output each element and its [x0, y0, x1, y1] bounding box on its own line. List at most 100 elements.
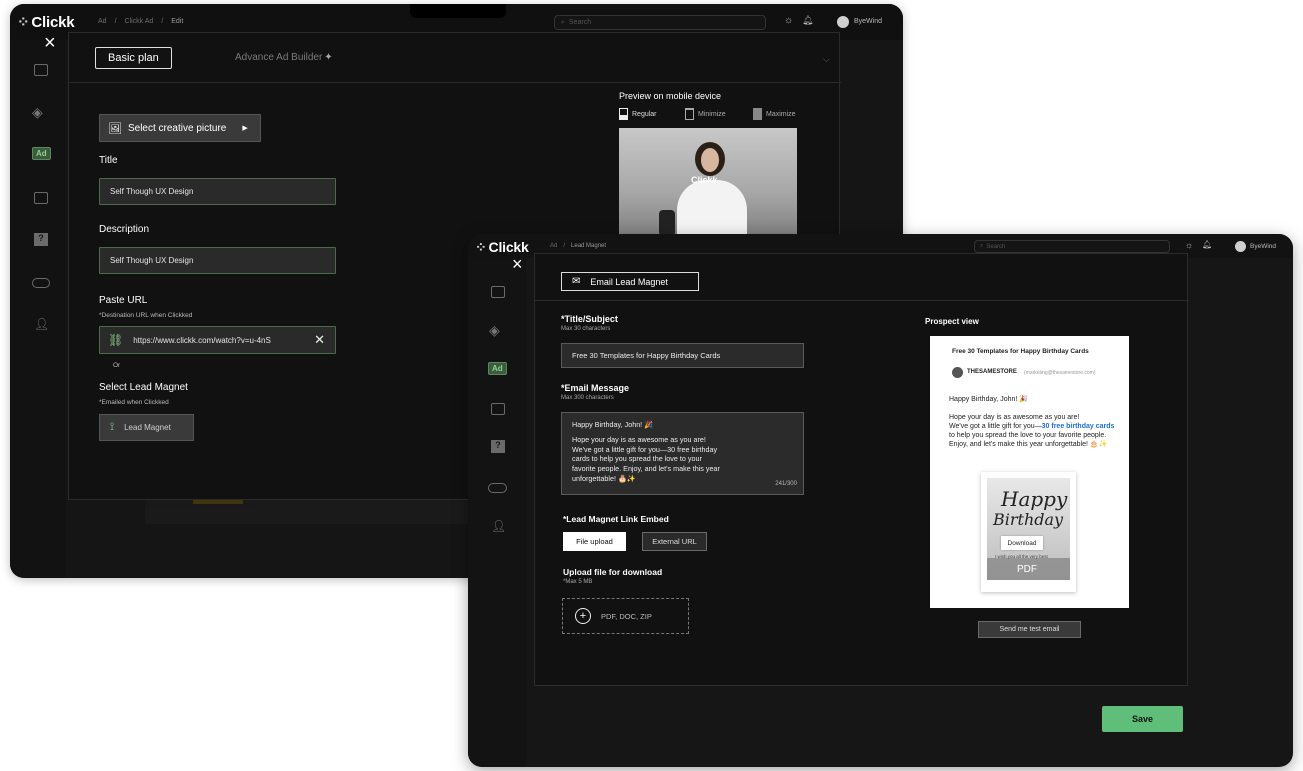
prospect-view-label: Prospect view [925, 317, 979, 326]
sun-icon[interactable]: ☼ [1185, 240, 1193, 250]
link-embed-label: *Lead Magnet Link Embed [563, 514, 669, 524]
regular-icon [619, 108, 628, 120]
or-label: Or [113, 362, 121, 369]
avatar-icon[interactable] [837, 16, 849, 28]
upload-label: Upload file for download [563, 567, 663, 577]
preview-option-maximize[interactable]: Maximize [753, 108, 796, 120]
prospect-body: Hope your day is as awesome as you are! … [949, 414, 1115, 448]
breadcrumb-separator: / [563, 243, 566, 249]
rail-layers-icon[interactable]: ◈ [489, 322, 500, 339]
url-clear-icon[interactable]: ✕ [314, 332, 325, 348]
file-drop-zone[interactable]: + PDF, DOC, ZIP [562, 598, 689, 634]
prospect-email-preview: Free 30 Templates for Happy Birthday Car… [930, 336, 1129, 608]
pdf-thumbnail: Happy Birthday I wish you all the very b… [987, 478, 1070, 580]
card-birthday-text: Birthday [993, 510, 1064, 529]
magnet-icon: ⟟ [110, 421, 115, 433]
logo-mark-icon: ⁘ [475, 239, 487, 255]
chevron-down-icon[interactable]: ⌵ [823, 54, 830, 65]
pdf-label: PDF [1017, 564, 1037, 575]
side-rail: ◈ Ad ? 👤︎ [468, 258, 526, 767]
rail-monitor-icon[interactable] [34, 64, 48, 76]
prospect-greeting: Happy Birthday, John! 🎉 [949, 396, 1029, 403]
front-screen: ⁘ Clickk Ad / Lead Magnet ⌕ Search ☼ 🔔︎ By… [468, 234, 1293, 767]
rail-help-icon[interactable]: ? [491, 440, 505, 453]
preview-options: Regular Minimize Maximize [619, 108, 796, 120]
user-name[interactable]: ByeWind [854, 18, 882, 25]
message-char-count: 241/300 [775, 481, 797, 488]
select-creative-button[interactable]: 🖼︎ Select creative picture ▶ [99, 114, 261, 142]
breadcrumb-item[interactable]: Clickk Ad [125, 18, 154, 25]
tab-basic-plan[interactable]: Basic plan [95, 47, 172, 69]
title-subject-label: *Title/Subject [561, 314, 618, 324]
rail-layers-icon[interactable]: ◈ [32, 104, 43, 121]
description-field[interactable]: Self Though UX Design [99, 247, 336, 274]
rail-gamepad-icon[interactable] [488, 483, 507, 493]
rail-users-icon[interactable]: 👤︎ [34, 317, 49, 331]
prospect-sender-email: (marketing@thesamestore.com) [1024, 370, 1096, 376]
save-button[interactable]: Save [1102, 706, 1183, 732]
title-field[interactable]: Self Though UX Design [99, 178, 336, 205]
external-url-option[interactable]: External URL [642, 532, 707, 551]
rail-ad-icon[interactable]: Ad [32, 147, 51, 160]
mobile-preview-video[interactable]: Clickk [619, 128, 797, 236]
minimize-icon [685, 108, 694, 120]
preview-option-minimize[interactable]: Minimize [685, 108, 753, 120]
breadcrumb: Ad / Clickk Ad / Edit [98, 18, 183, 25]
rail-monitor-icon[interactable] [491, 286, 505, 298]
bell-icon[interactable]: 🔔︎ [802, 15, 813, 26]
logo-mark-icon: ⁘ [17, 14, 30, 31]
lead-magnet-button[interactable]: ⟟ Lead Magnet [99, 414, 194, 441]
bell-icon[interactable]: 🔔︎ [1202, 240, 1212, 249]
title-subject-field[interactable]: Free 30 Templates for Happy Birthday Car… [561, 343, 804, 368]
link-icon: ⛓︎ [108, 333, 124, 347]
message-max-note: Max 300 characters [561, 395, 614, 401]
search-input[interactable]: ⌕ Search [974, 240, 1170, 253]
rail-image-icon[interactable] [34, 192, 48, 204]
close-icon[interactable]: × [512, 255, 523, 273]
plus-icon: + [575, 608, 591, 624]
destination-note: *Destination URL when Clickked [99, 312, 193, 319]
file-upload-option[interactable]: File upload [563, 532, 626, 551]
maximize-icon [753, 108, 762, 120]
tab-advance-ad-builder[interactable]: Advance Ad Builder ✦ [235, 52, 333, 63]
breadcrumb-item: Edit [171, 18, 184, 25]
url-field[interactable]: ⛓︎ https://www.clickk.com/watch?v=u-4nS … [99, 326, 336, 354]
divider [535, 300, 1189, 301]
rail-image-icon[interactable] [491, 403, 505, 415]
lead-magnet-modal: ✉ Email Lead Magnet *Title/Subject Max 3… [534, 253, 1189, 686]
rail-users-icon[interactable]: 👤︎ [491, 519, 506, 533]
breadcrumb-item[interactable]: Ad [98, 18, 107, 25]
sun-icon[interactable]: ☼ [784, 15, 793, 26]
prospect-subject: Free 30 Templates for Happy Birthday Car… [952, 348, 1089, 355]
pdf-card: Happy Birthday I wish you all the very b… [981, 472, 1076, 592]
app-logo[interactable]: ⁘ Clickk [17, 13, 75, 31]
sender-avatar [952, 367, 963, 378]
download-button[interactable]: Download [1001, 536, 1043, 550]
prospect-sender: THESAMESTORE [967, 369, 1017, 375]
person-body [677, 180, 747, 236]
email-lead-magnet-button[interactable]: ✉ Email Lead Magnet [561, 272, 699, 291]
title-max-note: Max 30 characters [561, 326, 611, 332]
prospect-link[interactable]: 30 free birthday cards [1042, 423, 1115, 430]
send-test-email-button[interactable]: Send me test email [978, 621, 1081, 638]
email-message-field[interactable]: Happy Birthday, John! 🎉 Hope your day is… [561, 412, 804, 495]
title-label: Title [99, 155, 118, 166]
picture-icon: 🖼︎ [108, 122, 122, 135]
side-rail: ◈ Ad ? 👤︎ [10, 40, 66, 578]
close-icon[interactable]: × [44, 33, 56, 53]
avatar-icon[interactable] [1235, 241, 1246, 252]
microphone [659, 210, 675, 236]
rail-help-icon[interactable]: ? [34, 233, 48, 246]
user-name[interactable]: ByeWind [1250, 243, 1276, 250]
search-icon: ⌕ [980, 243, 984, 249]
rail-gamepad-icon[interactable] [32, 278, 50, 288]
mail-icon: ✉ [572, 276, 581, 287]
breadcrumb: Ad / Lead Magnet [550, 243, 606, 249]
search-input[interactable]: ⌕ Search [554, 15, 766, 30]
preview-option-regular[interactable]: Regular [619, 108, 685, 120]
card-small-text: I wish you all the very best [995, 554, 1048, 559]
breadcrumb-item[interactable]: Ad [550, 243, 557, 249]
upload-max-note: *Max 5 MB [563, 579, 593, 585]
rail-ad-icon[interactable]: Ad [488, 362, 507, 375]
caret-right-icon: ▶ [242, 125, 248, 132]
